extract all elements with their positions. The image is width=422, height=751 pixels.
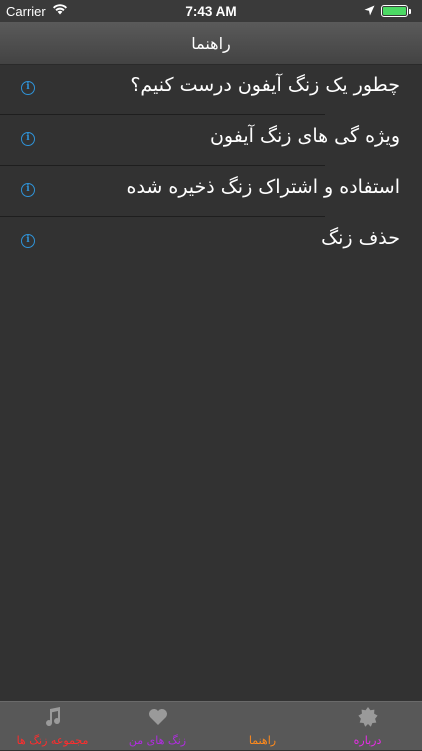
list-item[interactable]: حذف زنگ i xyxy=(0,217,422,268)
list-item-label: حذف زنگ xyxy=(321,227,400,249)
help-list: چطور یک زنگ آیفون درست کنیم؟ i ویژه گی ه… xyxy=(0,64,422,268)
tab-label: زنگ های من xyxy=(128,734,187,747)
info-icon[interactable]: i xyxy=(21,234,35,248)
location-arrow-icon xyxy=(364,4,375,19)
status-time: 7:43 AM xyxy=(185,4,237,19)
badge-icon xyxy=(315,707,420,732)
tab-bar: مجموعه زنگ ها زنگ های من راهنما درباره xyxy=(0,701,422,750)
tab-label: درباره xyxy=(353,734,382,747)
tab-label: مجموعه زنگ ها xyxy=(16,734,89,747)
music-note-icon xyxy=(0,707,105,732)
navigation-bar: راهنما xyxy=(0,22,422,65)
tab-about[interactable]: درباره xyxy=(315,702,420,751)
list-item-label: چطور یک زنگ آیفون درست کنیم؟ xyxy=(130,74,400,96)
tab-ringtones[interactable]: مجموعه زنگ ها xyxy=(0,702,105,751)
info-icon[interactable]: i xyxy=(21,132,35,146)
info-icon[interactable]: i xyxy=(21,81,35,95)
tab-label: راهنما xyxy=(248,734,277,747)
heart-icon xyxy=(105,707,210,731)
list-item-label: ویژه گی های زنگ آیفون xyxy=(209,125,400,147)
list-item[interactable]: ویژه گی های زنگ آیفون i xyxy=(0,115,422,166)
battery-icon xyxy=(381,5,408,17)
page-title: راهنما xyxy=(191,34,231,53)
status-bar: Carrier 7:43 AM xyxy=(0,0,422,22)
tab-guide[interactable]: راهنما xyxy=(210,702,315,751)
list-item[interactable]: چطور یک زنگ آیفون درست کنیم؟ i xyxy=(0,64,422,115)
info-icon[interactable]: i xyxy=(21,183,35,197)
battery-tip xyxy=(409,9,411,14)
tab-my-ringtones[interactable]: زنگ های من xyxy=(105,702,210,751)
list-item-label: استفاده و اشتراک زنگ ذخیره شده xyxy=(126,176,400,198)
list-item[interactable]: استفاده و اشتراک زنگ ذخیره شده i xyxy=(0,166,422,217)
